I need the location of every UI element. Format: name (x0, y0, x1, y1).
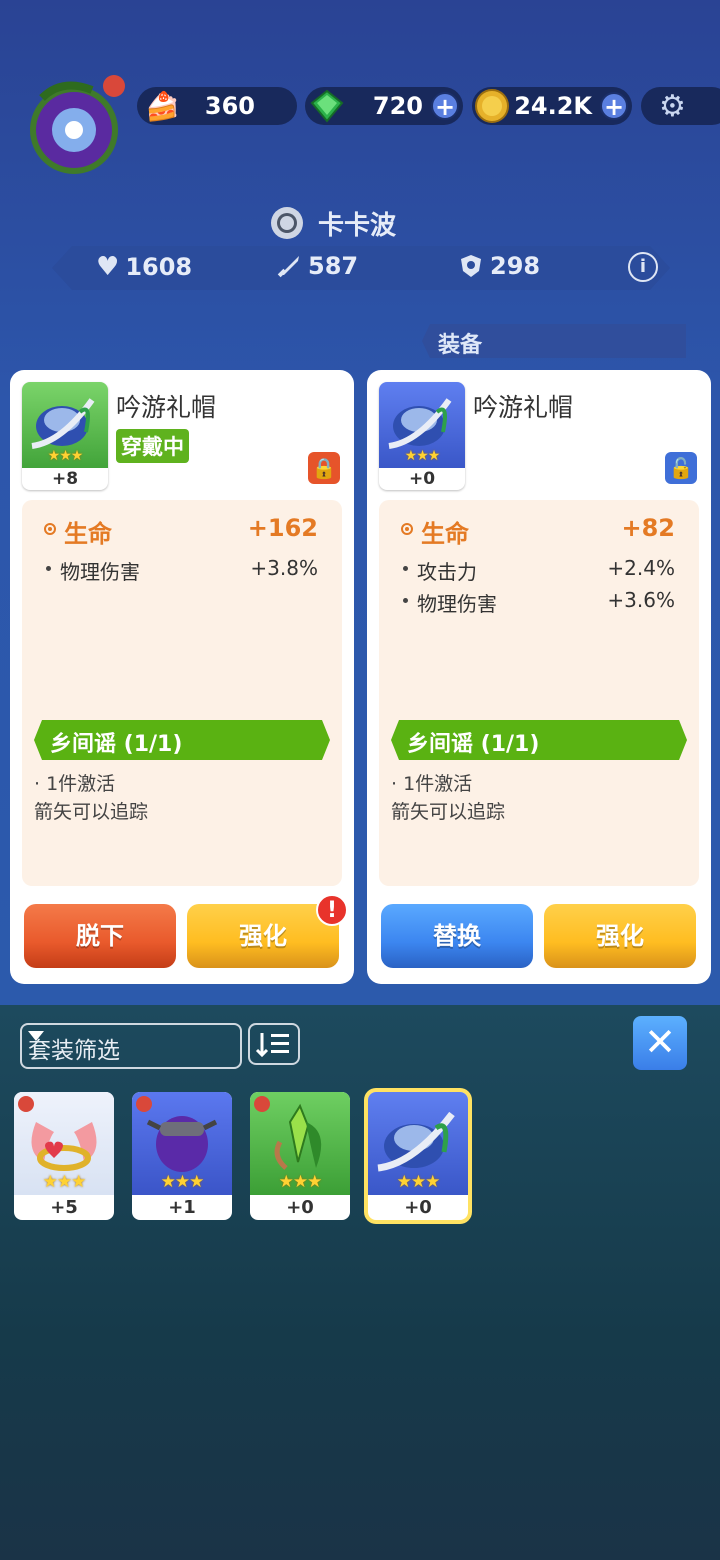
lock-icon (136, 1096, 152, 1112)
settings-button[interactable]: ⚙ (641, 87, 720, 125)
item-level: +8 (51, 469, 79, 489)
cake-currency: 🍰 360 (137, 87, 297, 125)
inventory-item[interactable]: ★★★ +1 (132, 1092, 232, 1220)
coin-currency: 24.2K + (472, 87, 632, 125)
rarity-stars: ★★★ (404, 448, 441, 464)
inventory-item[interactable]: ★★★ +0 (250, 1092, 350, 1220)
inventory-item[interactable]: ★★★ +5 (14, 1092, 114, 1220)
rarity-stars: ★★★ (160, 1172, 205, 1192)
wearing-badge: 穿戴中 (116, 429, 189, 463)
ring-icon (271, 207, 303, 239)
lock-icon (254, 1096, 270, 1112)
close-button[interactable]: ✕ (633, 1016, 687, 1070)
sword-icon (277, 256, 299, 278)
rarity-stars: ★★★ (47, 448, 84, 464)
set-bonus-bar: 乡间谣 (1/1) (34, 720, 330, 760)
set-bonus-bar: 乡间谣 (1/1) (391, 720, 687, 760)
sort-icon (255, 1033, 289, 1058)
shield-icon (461, 255, 481, 277)
item-name: 吟游礼帽 (116, 393, 217, 422)
heart-icon: ♥ (96, 252, 120, 282)
item-name: 吟游礼帽 (473, 393, 574, 422)
chevron-down-icon (28, 1031, 44, 1041)
close-icon: ✕ (644, 1020, 676, 1064)
lock-icon[interactable]: 🔒 (308, 452, 340, 484)
coin-icon (475, 89, 509, 123)
hp-stat: ♥ 1608 (96, 252, 192, 282)
defense-stat: 298 (458, 252, 540, 280)
hp-value: 1608 (125, 253, 193, 281)
player-avatar[interactable] (22, 68, 132, 183)
compare-item-thumb: ★★★ +0 (379, 382, 465, 490)
cake-value: 360 (204, 92, 255, 120)
set-filter-dropdown[interactable]: 套装筛选 (20, 1023, 242, 1069)
inventory-item-selected[interactable]: ★★★ +0 (368, 1092, 468, 1220)
rarity-stars: ★★★ (396, 1172, 441, 1192)
defense-value: 298 (490, 252, 541, 280)
player-name-row: 卡卡波 (268, 203, 396, 243)
set-description: · 1件激活 箭矢可以追踪 (34, 773, 149, 823)
set-description: · 1件激活 箭矢可以追踪 (391, 773, 506, 823)
coin-value: 24.2K (514, 92, 592, 120)
equipment-tab-label: 装备 (422, 324, 686, 358)
equipped-item-card: ★★★ +8 吟游礼帽 穿戴中 🔒 生命 +162 物理伤害 +3.8% 乡间谣… (10, 370, 354, 984)
alert-icon: ! (316, 894, 348, 926)
unlock-icon[interactable]: 🔓 (665, 452, 697, 484)
add-coins-button[interactable]: + (600, 92, 628, 121)
item-level: +0 (408, 469, 436, 489)
unequip-button[interactable]: 脱下 (24, 904, 176, 968)
stats-panel: 生命 +162 物理伤害 +3.8% 乡间谣 (1/1) · 1件激活 箭矢可以… (22, 500, 342, 886)
attack-value: 587 (308, 252, 359, 280)
info-icon[interactable]: i (628, 252, 658, 282)
cake-icon: 🍰 (145, 90, 180, 123)
lock-icon (18, 1096, 34, 1112)
gem-icon (310, 89, 344, 123)
rarity-stars: ★★★ (278, 1172, 323, 1192)
gear-icon: ⚙ (659, 89, 686, 124)
sort-button[interactable] (248, 1023, 300, 1065)
replace-button[interactable]: 替换 (381, 904, 533, 968)
compare-item-card: ★★★ +0 吟游礼帽 🔓 生命 +82 攻击力 +2.4% 物理伤害 +3.6… (367, 370, 711, 984)
gem-value: 720 (372, 92, 423, 120)
stats-panel: 生命 +82 攻击力 +2.4% 物理伤害 +3.6% 乡间谣 (1/1) · … (379, 500, 699, 886)
rarity-stars: ★★★ (42, 1172, 87, 1192)
player-name: 卡卡波 (318, 210, 397, 241)
attack-stat: 587 (276, 252, 358, 280)
enhance-button[interactable]: 强化 (544, 904, 696, 968)
gem-currency: 720 + (305, 87, 463, 125)
equipped-item-thumb: ★★★ +8 (22, 382, 108, 490)
add-gems-button[interactable]: + (431, 92, 459, 121)
